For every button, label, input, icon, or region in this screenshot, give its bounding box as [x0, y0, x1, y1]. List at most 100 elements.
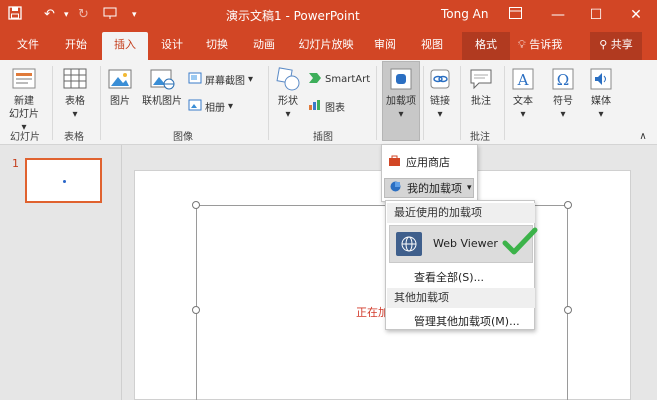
undo-dropdown-icon[interactable]: ▾ — [64, 6, 69, 24]
tab-review[interactable]: 审阅 — [365, 32, 405, 60]
link-label: 链接 — [430, 96, 450, 107]
album-icon — [188, 99, 202, 114]
close-icon[interactable]: ✕ — [625, 4, 647, 26]
symbol-button[interactable]: Ω 符号 ▾ — [548, 66, 578, 121]
addins-button[interactable]: 加载项 ▾ — [384, 66, 418, 121]
link-button[interactable]: 链接 ▾ — [426, 66, 454, 121]
picture-icon — [108, 69, 132, 89]
divider — [100, 66, 101, 140]
online-picture-icon — [150, 69, 175, 90]
tab-view[interactable]: 视图 — [412, 32, 452, 60]
media-label: 媒体 — [591, 96, 611, 107]
tab-home[interactable]: 开始 — [56, 32, 96, 60]
album-label: 相册 — [205, 103, 225, 114]
resize-handle[interactable] — [192, 201, 200, 209]
redo-icon[interactable]: ↻ — [78, 6, 89, 24]
chevron-down-icon: ▾ — [398, 109, 404, 120]
new-slide-button[interactable]: 新建 幻灯片 ▾ — [6, 66, 42, 134]
save-icon[interactable] — [8, 6, 22, 26]
new-slide-label-1: 新建 — [14, 96, 34, 107]
menu-item-manage-addins[interactable]: 管理其他加载项(M)... — [414, 313, 520, 329]
table-button[interactable]: 表格 ▾ — [58, 66, 92, 121]
online-picture-label: 联机图片 — [142, 96, 182, 107]
store-icon — [388, 154, 401, 170]
chevron-down-icon: ▾ — [467, 183, 472, 193]
recent-addins-header: 最近使用的加载项 — [387, 203, 535, 223]
smartart-button[interactable]: SmartArt — [308, 72, 370, 87]
chart-button[interactable]: 图表 — [308, 99, 345, 114]
smartart-label: SmartArt — [325, 74, 371, 85]
tab-slideshow[interactable]: 幻灯片放映 — [293, 32, 359, 60]
online-picture-button[interactable]: 联机图片 — [138, 66, 186, 108]
minimize-icon[interactable]: — — [547, 4, 569, 26]
my-addins-label: 我的加载项 — [407, 182, 462, 195]
menu-item-see-all[interactable]: 查看全部(S)... — [414, 269, 484, 285]
tab-insert[interactable]: 插入 — [102, 32, 148, 60]
screenshot-icon — [188, 72, 202, 87]
tab-format[interactable]: 格式 — [462, 32, 510, 60]
chevron-down-icon: ▾ — [437, 109, 443, 120]
chart-icon — [308, 99, 322, 114]
chevron-down-icon: ▾ — [560, 109, 566, 120]
menu-item-store[interactable]: 应用商店 — [388, 154, 450, 170]
maximize-icon[interactable]: ☐ — [585, 4, 607, 26]
lightbulb-icon: 💡︎ — [518, 38, 526, 51]
other-addins-header: 其他加载项 — [387, 288, 535, 308]
text-icon: A — [512, 68, 534, 90]
resize-handle[interactable] — [564, 201, 572, 209]
menu-item-my-addins[interactable]: 我的加载项 ▾ — [384, 178, 474, 198]
chevron-down-icon: ▾ — [72, 109, 78, 120]
slide-thumbnail[interactable] — [25, 158, 102, 203]
divider — [423, 66, 424, 140]
tab-transitions[interactable]: 切换 — [197, 32, 237, 60]
slide-thumbnail-pane: 1 — [0, 145, 122, 400]
chevron-down-icon: ▾ — [285, 109, 291, 120]
group-label-illustrations: 插图 — [313, 132, 333, 143]
comment-button[interactable]: 批注 — [465, 66, 497, 108]
comment-label: 批注 — [471, 96, 491, 107]
ribbon: 新建 幻灯片 ▾ 表格 ▾ 图片 联机图片 屏幕截图 ▾ 相册 ▾ 形状 ▾ S… — [0, 60, 657, 145]
tell-me[interactable]: 💡︎ 告诉我 — [518, 32, 578, 60]
start-slideshow-icon[interactable] — [103, 6, 117, 26]
new-slide-label-2: 幻灯片 — [9, 109, 39, 120]
user-name[interactable]: Tong An — [441, 7, 488, 21]
screenshot-label: 屏幕截图 — [205, 76, 245, 87]
person-icon: ⚲ — [599, 38, 608, 51]
share-button[interactable]: ⚲ 共享 — [590, 32, 642, 60]
table-label: 表格 — [65, 96, 85, 107]
collapse-ribbon-icon[interactable]: ∧ — [636, 130, 650, 143]
divider — [52, 66, 53, 140]
screenshot-button[interactable]: 屏幕截图 ▾ — [188, 72, 253, 87]
chart-label: 图表 — [325, 103, 345, 114]
my-addins-submenu: 最近使用的加载项 Web Viewer 查看全部(S)... 其他加载项 管理其… — [385, 200, 535, 330]
tab-file[interactable]: 文件 — [8, 32, 48, 60]
tab-animations[interactable]: 动画 — [244, 32, 284, 60]
text-button[interactable]: A 文本 ▾ — [508, 66, 538, 121]
resize-handle[interactable] — [192, 306, 200, 314]
media-button[interactable]: 媒体 ▾ — [586, 66, 616, 121]
group-label-tables: 表格 — [64, 132, 84, 143]
photo-album-button[interactable]: 相册 ▾ — [188, 99, 233, 114]
resize-handle[interactable] — [564, 306, 572, 314]
shapes-icon — [276, 67, 300, 91]
tab-design[interactable]: 设计 — [152, 32, 192, 60]
omega-icon: Ω — [552, 68, 574, 90]
tell-me-label: 告诉我 — [529, 38, 563, 51]
slide-number: 1 — [12, 157, 19, 170]
web-viewer-label: Web Viewer — [433, 237, 498, 250]
shapes-button[interactable]: 形状 ▾ — [273, 66, 303, 121]
speaker-icon — [590, 68, 612, 90]
picture-button[interactable]: 图片 — [105, 66, 135, 108]
group-label-images: 图像 — [173, 132, 193, 143]
smartart-icon — [308, 72, 322, 87]
new-slide-icon — [12, 68, 36, 89]
undo-icon[interactable]: ↶ — [44, 6, 55, 24]
shapes-label: 形状 — [278, 96, 298, 107]
chevron-down-icon: ▾ — [598, 109, 604, 120]
globe-icon — [396, 232, 422, 256]
customize-toolbar-icon[interactable]: ▾ — [132, 6, 137, 24]
ribbon-display-options-icon[interactable] — [504, 4, 526, 26]
store-label: 应用商店 — [406, 156, 450, 169]
symbol-label: 符号 — [553, 96, 573, 107]
group-label-slides: 幻灯片 — [10, 132, 40, 143]
